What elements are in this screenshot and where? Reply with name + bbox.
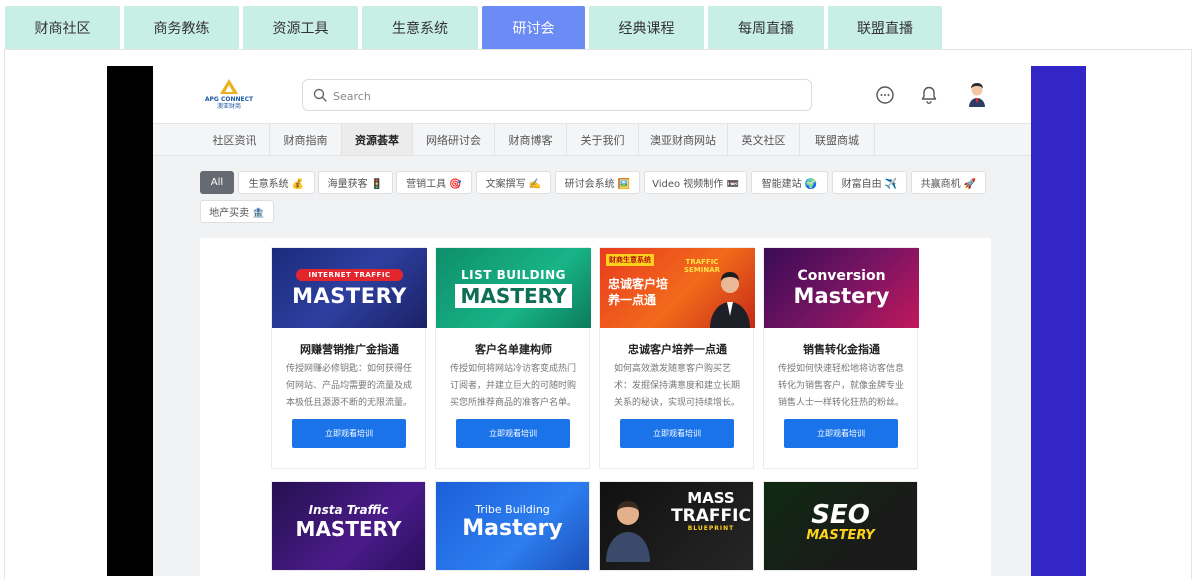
filter-seminar-system[interactable]: 研讨会系统 🖼️ — [555, 171, 640, 194]
tab-business-coach[interactable]: 商务教练 — [124, 6, 239, 49]
course-description: 如何高效激发随意客户购买艺术：发掘保持满意度和建立长期关系的秘诀，实现可持续增长… — [614, 364, 741, 408]
filter-video[interactable]: Video 视频制作 📼 — [644, 171, 747, 194]
banner-main-text: MASTERY — [295, 517, 402, 541]
course-card: Conversion Mastery 销售转化金指通 传授如何快速轻松地将访客信… — [763, 247, 919, 469]
filter-all[interactable]: All — [200, 171, 234, 194]
presenter-photo — [710, 272, 750, 328]
presenter-photo — [606, 501, 650, 562]
nav-finance-guide[interactable]: 财商指南 — [270, 124, 342, 155]
filter-traffic[interactable]: 海量获客 🚦 — [318, 171, 393, 194]
banner-top-text: Insta Traffic — [308, 503, 389, 517]
course-description: 传授如何快速轻松地将访客信息转化为销售客户，就像金牌专业销售人士一样转化狂热的粉… — [778, 364, 905, 408]
banner-top-text: Tribe Building — [475, 503, 550, 516]
course-banner[interactable]: Conversion Mastery — [764, 248, 919, 328]
course-banner[interactable]: INTERNET TRAFFIC MASTERY — [272, 248, 427, 328]
filter-opportunities[interactable]: 共赢商机 🚀 — [911, 171, 986, 194]
banner-top-text: MASS — [687, 489, 735, 507]
banner-main-text: MASTERY — [292, 283, 407, 308]
tab-weekly-live[interactable]: 每周直播 — [708, 6, 824, 49]
nav-about-us[interactable]: 关于我们 — [567, 124, 639, 155]
nav-resources[interactable]: 资源荟萃 — [342, 124, 413, 155]
outer-tab-bar: 财商社区 商务教练 资源工具 生意系统 研讨会 经典课程 每周直播 联盟直播 — [0, 0, 1200, 50]
embedded-site-video[interactable]: APG CONNECT 澳亚财商 社区资讯 财商指南 资源荟 — [153, 66, 1031, 576]
banner-top-text: SEO — [811, 499, 870, 530]
banner-top-text: INTERNET TRAFFIC — [296, 268, 403, 281]
course-grid: INTERNET TRAFFIC MASTERY 网赚营销推广金指通 传授网赚必… — [200, 238, 991, 576]
watch-training-button[interactable]: 立即观看培训 — [620, 419, 734, 448]
tab-resource-tools[interactable]: 资源工具 — [243, 6, 358, 49]
apg-connect-logo[interactable]: APG CONNECT 澳亚财商 — [200, 79, 258, 111]
course-title: 网赚营销推广金指通 — [300, 343, 399, 356]
filter-business-system[interactable]: 生意系统 💰 — [238, 171, 315, 194]
course-description: 传授网赚必修钥匙：如何获得任何网站、产品均需要的流量及成本极低且源源不断的无限流… — [286, 364, 413, 408]
watch-training-button[interactable]: 立即观看培训 — [456, 419, 570, 448]
filter-financial-freedom[interactable]: 财富自由 ✈️ — [832, 171, 907, 194]
logo-text: APG CONNECT — [204, 96, 254, 103]
banner-main-text: MASTERY — [454, 284, 573, 308]
tab-classic-courses[interactable]: 经典课程 — [589, 6, 704, 49]
search-icon — [313, 88, 327, 102]
watch-training-button[interactable]: 立即观看培训 — [292, 419, 406, 448]
nav-webinar[interactable]: 网络研讨会 — [413, 124, 495, 155]
tab-alliance-live[interactable]: 联盟直播 — [828, 6, 942, 49]
banner-top-text: LIST BUILDING — [461, 268, 566, 282]
nav-alliance-store[interactable]: 联盟商城 — [800, 124, 875, 155]
search-box[interactable] — [302, 79, 812, 111]
banner-top-text: 财商生意系统 — [606, 254, 654, 266]
course-title: 忠诚客户培养一点通 — [628, 343, 727, 356]
course-title: 客户名单建构师 — [475, 343, 552, 356]
logo-subtext: 澳亚财商 — [216, 103, 241, 110]
bell-icon[interactable] — [919, 85, 939, 105]
course-banner[interactable]: LIST BUILDING MASTERY — [436, 248, 591, 328]
course-card[interactable]: MASS TRAFFIC BLUEPRINT — [599, 481, 754, 571]
user-avatar[interactable] — [965, 82, 989, 108]
banner-sub-text: BLUEPRINT — [687, 525, 735, 532]
banner-main-text: TRAFFIC — [671, 506, 751, 526]
course-card[interactable]: SEO MASTERY — [763, 481, 918, 571]
course-title: 销售转化金指通 — [803, 343, 880, 356]
chat-icon[interactable] — [875, 85, 895, 105]
banner-main-text: Mastery — [793, 284, 890, 308]
site-header: APG CONNECT 澳亚财商 — [153, 66, 1031, 123]
filter-marketing-tools[interactable]: 营销工具 🎯 — [396, 171, 472, 194]
video-letterbox-left — [107, 66, 153, 576]
course-card: INTERNET TRAFFIC MASTERY 网赚营销推广金指通 传授网赚必… — [271, 247, 427, 469]
banner-top-text: Conversion — [797, 268, 886, 284]
nav-english-community[interactable]: 英文社区 — [728, 124, 800, 155]
course-card: 财商生意系统 忠诚客户培养一点通 TRAFFIC SEMINAR 忠诚客户培养一… — [599, 247, 755, 469]
tab-business-system[interactable]: 生意系统 — [362, 6, 478, 49]
course-card: LIST BUILDING MASTERY 客户名单建构师 传授如何将网站冷访客… — [435, 247, 591, 469]
course-card[interactable]: Tribe Building Mastery — [435, 481, 590, 571]
course-description: 传授如何将网站冷访客变成热门订阅者，并建立巨大的可随时购买您所推荐商品的准客户名… — [450, 364, 577, 408]
tab-caishang-community[interactable]: 财商社区 — [5, 6, 120, 49]
nav-community-news[interactable]: 社区资讯 — [200, 124, 270, 155]
banner-main-text: 忠诚客户培养一点通 — [608, 277, 669, 307]
site-nav: 社区资讯 财商指南 资源荟萃 网络研讨会 财商博客 关于我们 澳亚财商网站 英文… — [153, 123, 1031, 156]
logo-triangle-icon — [220, 79, 238, 94]
nav-aoya-website[interactable]: 澳亚财商网站 — [639, 124, 728, 155]
filter-copywriting[interactable]: 文案撰写 ✍️ — [476, 171, 551, 194]
banner-main-text: Mastery — [462, 516, 563, 541]
filter-website-builder[interactable]: 智能建站 🌍 — [751, 171, 828, 194]
watch-training-button[interactable]: 立即观看培训 — [784, 419, 898, 448]
course-banner[interactable]: 财商生意系统 忠诚客户培养一点通 TRAFFIC SEMINAR — [600, 248, 755, 328]
tab-seminar[interactable]: 研讨会 — [482, 6, 585, 49]
banner-main-text: MASTERY — [806, 527, 875, 543]
video-letterbox-right — [1031, 66, 1086, 576]
nav-blog[interactable]: 财商博客 — [495, 124, 567, 155]
search-input[interactable] — [333, 86, 793, 106]
filter-real-estate[interactable]: 地产买卖 🏦 — [200, 200, 274, 223]
course-card[interactable]: Insta Traffic MASTERY — [271, 481, 426, 571]
